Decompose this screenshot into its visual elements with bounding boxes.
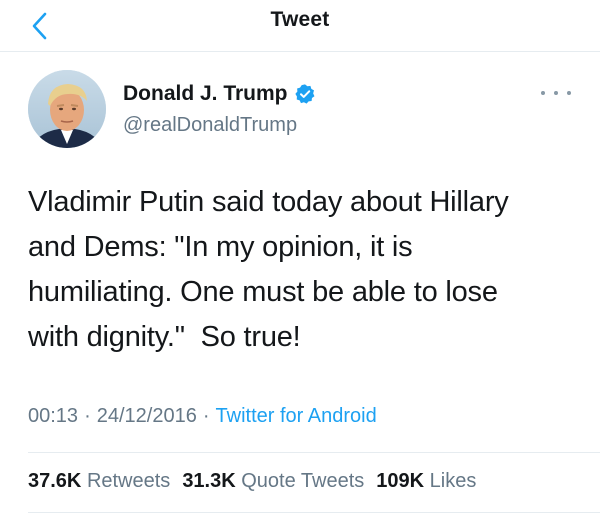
separator-dot: ·	[84, 405, 91, 427]
avatar-image	[28, 70, 106, 148]
tweet-stats: 37.6K Retweets 31.3K Quote Tweets 109K L…	[28, 470, 488, 493]
quote-tweets-label: Quote Tweets	[241, 470, 365, 492]
retweets-stat[interactable]: 37.6K Retweets	[28, 470, 170, 493]
divider	[28, 512, 600, 513]
quote-tweets-count: 31.3K	[182, 470, 236, 492]
tweet-time: 00:13	[28, 405, 79, 427]
separator-dot: ·	[202, 405, 210, 427]
retweets-count: 37.6K	[28, 470, 82, 492]
author-name[interactable]: Donald J. Trump	[123, 82, 288, 106]
page-title: Tweet	[270, 8, 330, 31]
tweet-meta: 00:13 · 24/12/2016 · Twitter for Android	[28, 405, 377, 428]
likes-stat[interactable]: 109K Likes	[376, 470, 476, 493]
tweet-date: 24/12/2016	[96, 405, 197, 427]
likes-label: Likes	[429, 470, 477, 492]
likes-count: 109K	[376, 470, 425, 492]
quote-tweets-stat[interactable]: 31.3K Quote Tweets	[182, 470, 364, 493]
tweet-source-link[interactable]: Twitter for Android	[216, 405, 377, 428]
verified-badge-icon	[294, 83, 316, 105]
dot-icon	[567, 91, 571, 95]
retweets-label: Retweets	[86, 470, 171, 492]
author-name-row: Donald J. Trump	[123, 82, 316, 106]
top-bar: Tweet	[0, 0, 600, 52]
tweet-text: Vladimir Putin said today about Hillary …	[28, 186, 509, 353]
divider	[28, 452, 600, 453]
dot-icon	[541, 91, 545, 95]
author-handle[interactable]: @realDonaldTrump	[123, 114, 297, 137]
more-options-button[interactable]	[541, 85, 571, 101]
avatar[interactable]	[28, 70, 106, 148]
dot-icon	[554, 91, 558, 95]
